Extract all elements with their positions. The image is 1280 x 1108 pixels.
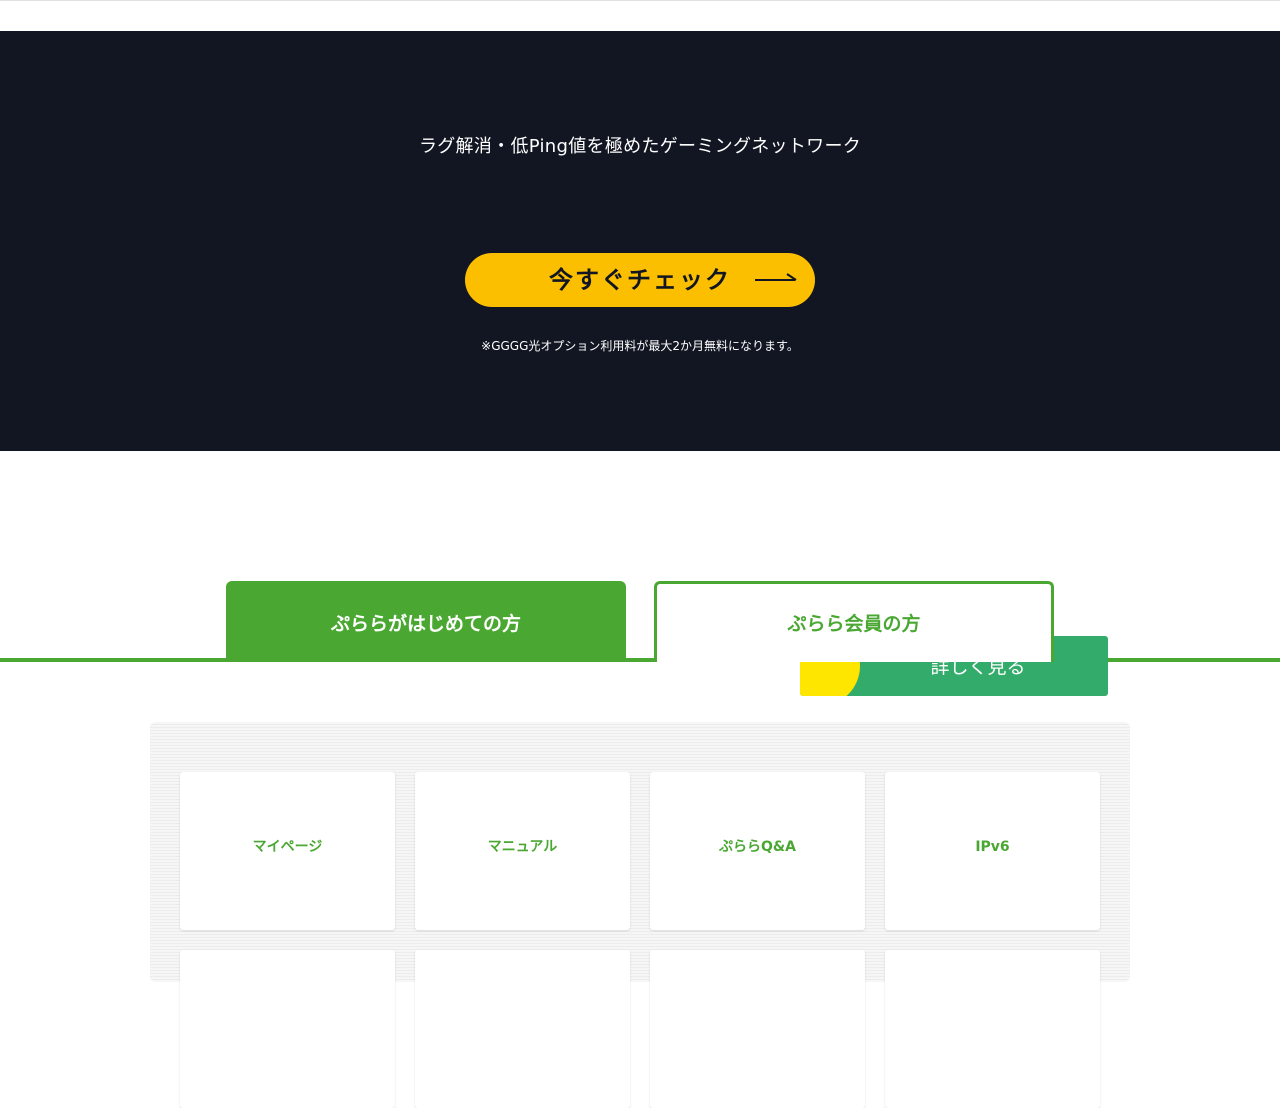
long-right-arrow-icon	[755, 273, 797, 281]
menu-card[interactable]	[415, 950, 630, 1108]
menu-card-mypage[interactable]: マイページ	[180, 772, 395, 930]
menu-card-ipv6[interactable]: IPv6	[885, 772, 1100, 930]
menu-card[interactable]	[650, 950, 865, 1108]
tab-new-customers-label: ぷららがはじめての方	[330, 613, 521, 635]
top-divider	[0, 0, 1280, 1]
hero-banner: ラグ解消・低Ping値を極めたゲーミングネットワーク 今すぐチェック ※GGGG…	[0, 31, 1280, 451]
menu-card-qa[interactable]: ぷららQ&A	[650, 772, 865, 930]
menu-card-manual[interactable]: マニュアル	[415, 772, 630, 930]
menu-card-label: マニュアル	[487, 839, 558, 855]
menu-card-label: IPv6	[975, 839, 1010, 855]
tab-members[interactable]: ぷらら会員の方	[654, 581, 1054, 662]
member-menu-panel: マイページ マニュアル ぷららQ&A IPv6	[150, 722, 1130, 1108]
menu-card[interactable]	[885, 950, 1100, 1108]
check-now-button[interactable]: 今すぐチェック	[465, 253, 815, 307]
menu-card-label: ぷららQ&A	[719, 839, 796, 855]
hero-tagline: ラグ解消・低Ping値を極めたゲーミングネットワーク	[418, 136, 862, 157]
menu-card[interactable]	[180, 950, 395, 1108]
tab-new-customers[interactable]: ぷららがはじめての方	[226, 581, 626, 662]
hero-footnote: ※GGGG光オプション利用料が最大2か月無料になります。	[481, 339, 799, 353]
menu-card-label: マイページ	[252, 839, 323, 855]
tab-members-label: ぷらら会員の方	[787, 613, 921, 635]
